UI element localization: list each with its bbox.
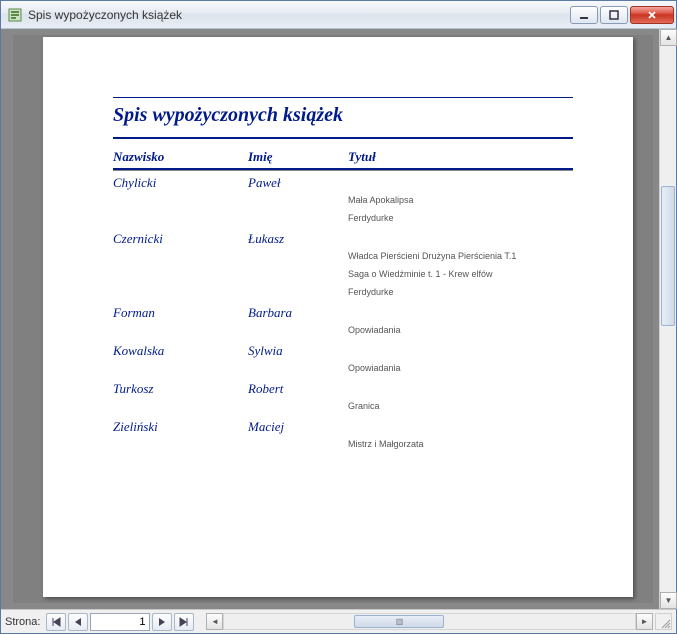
next-page-button[interactable] [152,613,172,631]
scroll-right-icon[interactable]: ► [636,613,653,630]
page-label: Strona: [5,616,40,628]
prev-page-button[interactable] [68,613,88,631]
hscroll-thumb[interactable]: ▥ [354,615,444,628]
book-title: Saga o Wiedźminie t. 1 - Krew elfów [113,265,573,283]
borrower-row: ZielińskiMaciej [113,415,573,435]
resize-grip-icon[interactable] [655,613,672,630]
maximize-button[interactable] [600,6,628,24]
borrower-row: KowalskaSylwia [113,339,573,359]
book-title: Ferdydurke [113,283,573,301]
vscroll-track[interactable] [660,46,676,592]
book-title: Ferdydurke [113,209,573,227]
app-icon [7,7,23,23]
book-title: Granica [113,397,573,415]
page-number-input[interactable] [90,613,150,631]
report-page: Spis wypożyczonych książek Nazwisko Imię… [43,37,633,597]
borrower-name: Maciej [248,419,348,435]
book-title: Mistrz i Małgorzata [113,435,573,453]
document-viewport: Spis wypożyczonych książek Nazwisko Imię… [1,29,659,609]
last-page-button[interactable] [174,613,194,631]
borrower-surname: Turkosz [113,381,248,397]
window-titlebar: Spis wypożyczonych książek [1,1,676,29]
book-title: Mała Apokalipsa [113,191,573,209]
borrower-row: TurkoszRobert [113,377,573,397]
borrower-surname: Forman [113,305,248,321]
minimize-button[interactable] [570,6,598,24]
header-surname: Nazwisko [113,149,248,165]
vertical-scrollbar[interactable]: ▲ ▼ [659,29,676,609]
borrower-name: Sylwia [248,343,348,359]
hscroll-track[interactable]: ▥ [223,613,636,630]
window-buttons [570,6,674,24]
window-title: Spis wypożyczonych książek [28,8,570,22]
borrower-surname: Czernicki [113,231,248,247]
horizontal-scrollbar[interactable]: ◄ ▥ ► [206,613,653,630]
book-title: Władca Pierścieni Drużyna Pierścienia T.… [113,247,573,265]
client-area: Spis wypożyczonych książek Nazwisko Imię… [1,29,676,609]
scroll-up-icon[interactable]: ▲ [660,29,677,46]
borrower-name: Robert [248,381,348,397]
scroll-down-icon[interactable]: ▼ [660,592,677,609]
borrower-surname: Chylicki [113,175,248,191]
borrower-row: FormanBarbara [113,301,573,321]
header-name: Imię [248,149,348,165]
book-title: Opowiadania [113,321,573,339]
header-title: Tytuł [348,149,573,165]
report-body: ChylickiPawełMała ApokalipsaFerdydurkeCz… [113,170,573,453]
close-button[interactable] [630,6,674,24]
report-title: Spis wypożyczonych książek [113,97,573,139]
column-headers: Nazwisko Imię Tytuł [113,149,573,170]
borrower-surname: Zieliński [113,419,248,435]
book-title: Opowiadania [113,359,573,377]
status-bar: Strona: ◄ ▥ ► [1,609,676,633]
vscroll-thumb[interactable] [661,186,675,326]
scroll-left-icon[interactable]: ◄ [206,613,223,630]
borrower-name: Łukasz [248,231,348,247]
borrower-row: ChylickiPaweł [113,170,573,191]
borrower-name: Barbara [248,305,348,321]
borrower-row: CzernickiŁukasz [113,227,573,247]
borrower-surname: Kowalska [113,343,248,359]
borrower-name: Paweł [248,175,348,191]
first-page-button[interactable] [46,613,66,631]
